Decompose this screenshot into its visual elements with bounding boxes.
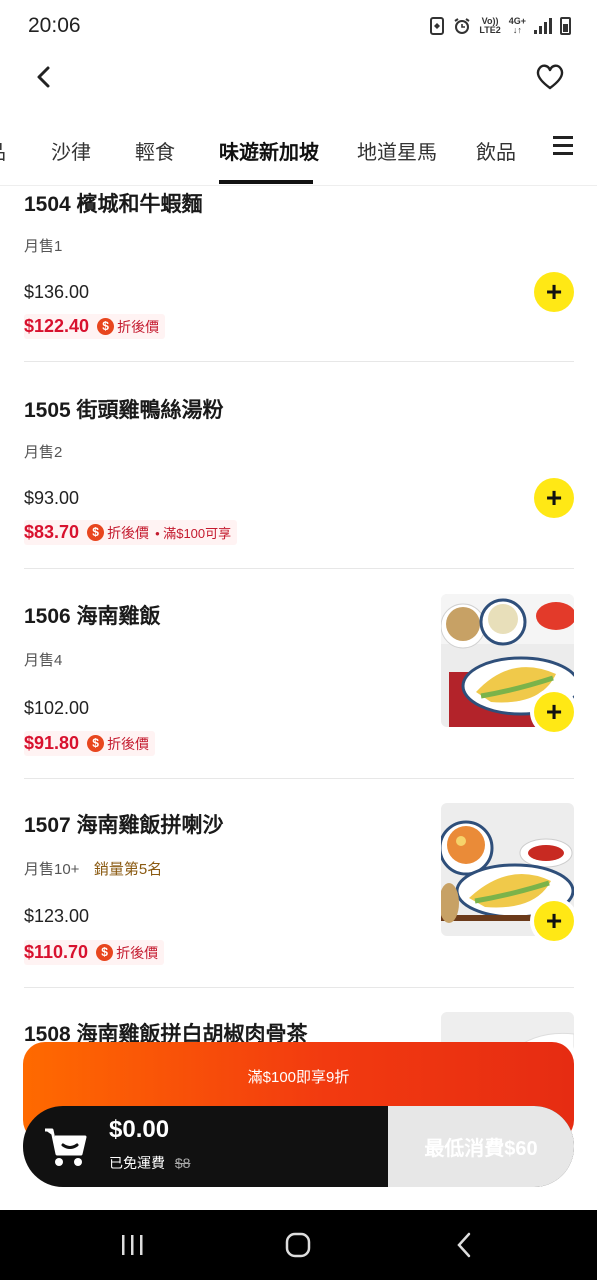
- coin-icon: $: [87, 735, 105, 752]
- add-to-cart-button[interactable]: +: [534, 478, 574, 518]
- item-sold-count: 月售2: [24, 444, 63, 461]
- discount-condition: • 滿$100可享: [155, 526, 232, 541]
- battery-icon: [560, 17, 571, 35]
- item-price: $136.00: [24, 282, 90, 302]
- tab-malaysia[interactable]: 地道星馬: [357, 136, 437, 165]
- promo-bar-text: 滿$100即享9折: [247, 1069, 350, 1086]
- item-discount-price: $110.70: [24, 942, 89, 962]
- add-to-cart-button[interactable]: +: [534, 692, 574, 732]
- coin-icon: $: [87, 524, 105, 541]
- menu-item[interactable]: 1506 海南雞飯 月售4 $102.00 $91.80 $ 折後價 +: [24, 594, 574, 778]
- plus-icon: +: [545, 482, 563, 513]
- menu-item[interactable]: 1504 檳城和牛蝦麵 月售1 $136.00 $122.40 $ 折後價 +: [24, 186, 574, 356]
- shopping-cart-icon[interactable]: [43, 1120, 89, 1170]
- plus-icon: +: [545, 905, 563, 936]
- divider: [24, 361, 574, 362]
- item-sold-count: 月售10+: [24, 861, 80, 878]
- item-discount-price: $83.70: [24, 522, 80, 542]
- item-discount-badge: $91.80 $ 折後價: [24, 731, 156, 756]
- volte-icon: Vo)) LTE2: [479, 17, 500, 35]
- back-nav-icon[interactable]: [448, 1230, 482, 1260]
- sales-rank-badge: 銷量第5名: [93, 861, 163, 878]
- status-icons: Vo)) LTE2 4G+ ↓↑: [429, 14, 571, 38]
- net-arrows: ↓↑: [512, 25, 522, 35]
- menu-icon[interactable]: [553, 136, 573, 156]
- free-delivery-label: 已免運費: [109, 1155, 165, 1171]
- discount-tag: 折後價: [107, 735, 150, 752]
- active-tab-underline: [219, 180, 313, 184]
- add-to-cart-button[interactable]: +: [534, 901, 574, 941]
- item-discount-badge: $110.70 $ 折後價: [24, 940, 165, 965]
- plus-icon: +: [545, 276, 563, 307]
- item-name: 1505 街頭雞鴨絲湯粉: [24, 399, 224, 422]
- coin-icon: $: [97, 318, 115, 335]
- item-sold-count: 月售4: [24, 652, 63, 669]
- divider: [24, 568, 574, 569]
- item-name: 1504 檳城和牛蝦麵: [24, 193, 203, 216]
- home-icon[interactable]: [281, 1230, 315, 1260]
- discount-tag: 折後價: [107, 524, 150, 541]
- coin-icon: $: [96, 944, 114, 961]
- tab-singapore[interactable]: 味遊新加坡: [219, 136, 319, 165]
- tab-light-meal[interactable]: 輕食: [135, 136, 175, 165]
- item-price: $93.00: [24, 488, 80, 508]
- discount-tag: 折後價: [116, 944, 159, 961]
- divider: [24, 987, 574, 988]
- 4g-icon: 4G+ ↓↑: [509, 17, 526, 35]
- item-price: $123.00: [24, 906, 90, 926]
- item-discount-price: $91.80: [24, 733, 80, 753]
- menu-item[interactable]: 1505 街頭雞鴨絲湯粉 月售2 $93.00 $83.70 $ 折後價 • 滿…: [24, 392, 574, 562]
- lte-label: LTE2: [479, 25, 501, 35]
- delivery-fee-info: 已免運費 $8: [109, 1153, 190, 1173]
- status-time: 20:06: [28, 14, 81, 37]
- discount-tag: 折後價: [117, 318, 160, 335]
- original-delivery-fee: $8: [174, 1155, 191, 1171]
- add-to-cart-button[interactable]: +: [534, 272, 574, 312]
- back-arrow-icon[interactable]: [28, 60, 62, 94]
- item-discount-price: $122.40: [24, 316, 90, 336]
- favorite-heart-icon[interactable]: [533, 60, 567, 94]
- recent-apps-icon[interactable]: [115, 1230, 149, 1260]
- nfc-icon: [430, 17, 445, 35]
- cart-bar[interactable]: $0.00 已免運費 $8 最低消費$60: [23, 1106, 574, 1187]
- item-discount-badge: $83.70 $ 折後價 • 滿$100可享: [24, 520, 238, 545]
- tab-salad[interactable]: 沙律: [51, 136, 91, 165]
- minimum-spend-button[interactable]: 最低消費$60: [388, 1106, 574, 1187]
- system-navigation-bar: [0, 1210, 597, 1280]
- cart-total: $0.00: [109, 1116, 170, 1143]
- item-sold-count: 月售1: [24, 238, 63, 255]
- header: [0, 52, 597, 102]
- item-name: 1506 海南雞飯: [24, 605, 161, 628]
- item-name: 1507 海南雞飯拼喇沙: [24, 814, 224, 837]
- tab-drinks[interactable]: 飲品: [476, 136, 516, 165]
- item-price: $102.00: [24, 698, 90, 718]
- status-bar: 20:06 Vo)) LTE2 4G+ ↓↑: [0, 0, 597, 52]
- tab-partial[interactable]: 品: [0, 136, 6, 165]
- divider: [24, 778, 574, 779]
- alarm-icon: [454, 18, 470, 34]
- menu-item[interactable]: 1507 海南雞飯拼喇沙 月售10+ 銷量第5名 $123.00 $110.70…: [24, 803, 574, 987]
- plus-icon: +: [545, 696, 563, 727]
- signal-icon: [534, 18, 552, 34]
- item-meta: 月售10+ 銷量第5名: [24, 858, 162, 879]
- category-tabs: 品 沙律 輕食 味遊新加坡 地道星馬 飲品: [0, 120, 597, 186]
- item-discount-badge: $122.40 $ 折後價: [24, 314, 166, 339]
